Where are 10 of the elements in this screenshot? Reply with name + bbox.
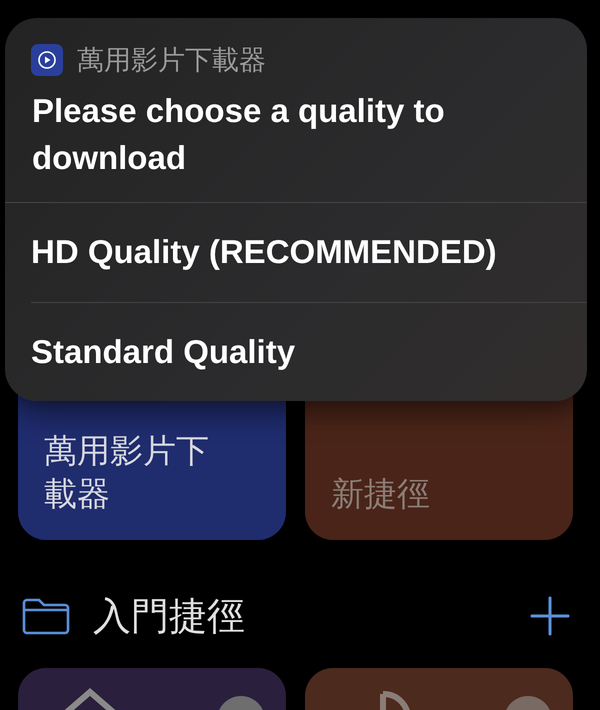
shortcut-name: 萬用影片下載器 — [44, 430, 210, 516]
quality-option[interactable]: Standard Quality — [31, 302, 587, 401]
folder-icon — [21, 597, 71, 635]
shortcut-name: 新捷徑 — [331, 473, 430, 516]
folder-title: 入門捷徑 — [93, 592, 246, 640]
add-icon[interactable] — [530, 596, 570, 636]
quality-option[interactable]: HD Quality (RECOMMENDED) — [5, 202, 587, 302]
app-icon — [31, 44, 63, 76]
app-title: 萬用影片下載器 — [77, 44, 266, 78]
alert-message: Please choose a quality to download — [31, 91, 446, 178]
